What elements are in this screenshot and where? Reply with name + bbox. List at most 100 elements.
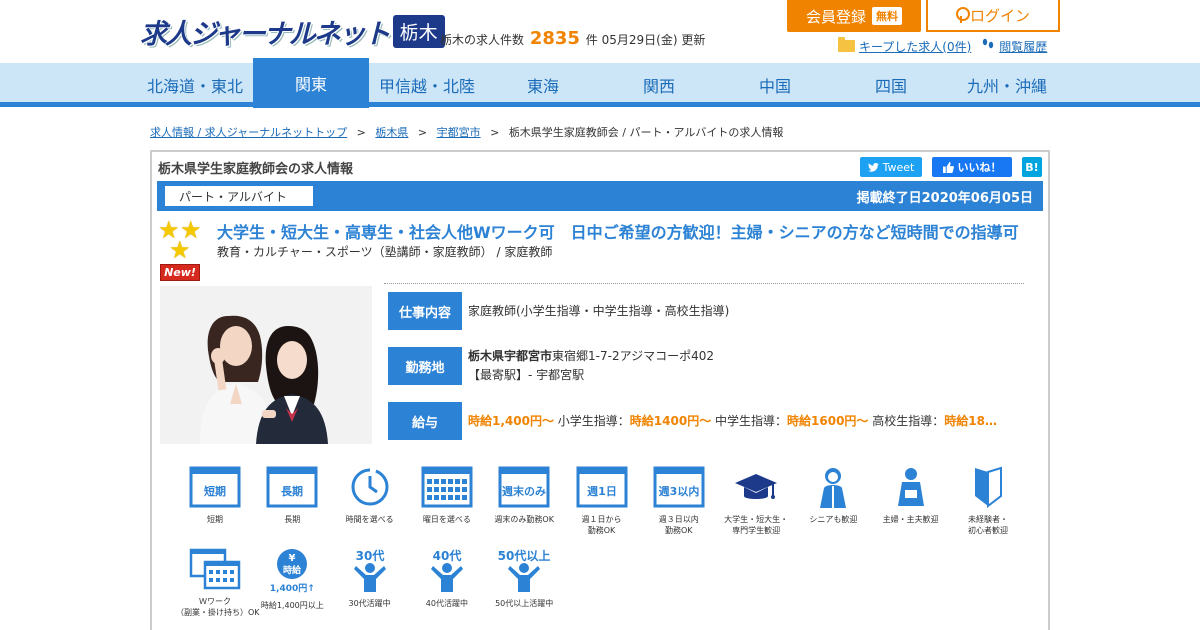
nav-item-region[interactable]: 中国	[717, 63, 833, 107]
age-30s-icon: 30代	[331, 548, 409, 592]
header-sub-links: キープした求人(0件) 閲覧履歴	[838, 37, 1047, 55]
tweet-label: Tweet	[882, 160, 915, 174]
breadcrumb-link-city[interactable]: 宇都宮市	[437, 126, 481, 139]
feature-item: 未経験者・ 初心者歓迎	[949, 466, 1027, 536]
breadcrumb-link-top[interactable]: 求人情報 / 求人ジャーナルネットトップ	[150, 126, 347, 139]
job-title: 大学生・短大生・高専生・社会人他Wワーク可 日中ご希望の方歓迎！主婦・シニアの方…	[217, 223, 1019, 242]
calendar-weekend-icon: 週末のみ	[485, 466, 563, 508]
history-link[interactable]: 閲覧履歴	[981, 37, 1047, 55]
register-label: 会員登録	[805, 7, 866, 26]
clock-icon	[331, 466, 409, 508]
hatena-bookmark-button[interactable]: B!	[1022, 157, 1042, 177]
feature-label: 主婦・主夫歓迎	[882, 515, 939, 524]
salary-high: 時給18…	[944, 413, 997, 428]
info-row-salary: 給与 時給1,400円～ 小学生指導：時給1400円～ 中学生指導：時給1600…	[388, 402, 997, 440]
feature-item: 50代以上 50代以上活躍中	[485, 548, 563, 609]
svg-text:¥: ¥	[289, 553, 296, 564]
feature-item: 30代 30代活躍中	[331, 548, 409, 609]
feature-label: 週１日から 勤務OK	[581, 515, 622, 535]
feature-item: Ｗワーク （副業・掛け持ち）OK	[176, 548, 260, 618]
nav-item-region[interactable]: 関東	[253, 58, 369, 108]
footprints-icon	[981, 37, 995, 55]
work-label: 仕事内容	[388, 292, 462, 330]
breadcrumb-current: 栃木県学生家庭教師会 / パート・アルバイトの求人情報	[508, 126, 784, 139]
location-address: 東宿郷1-7-2アジマコーポ402	[552, 349, 715, 363]
info-row-work: 仕事内容 家庭教師(小学生指導・中学生指導・高校生指導)	[388, 292, 729, 330]
login-label: ログイン	[969, 6, 1030, 25]
star-icon: ★	[169, 236, 191, 264]
double-calendar-icon	[176, 548, 254, 590]
job-count-line: 栃木の求人件数 2835 件 05月29日(金) 更新	[440, 28, 705, 49]
calendar-1day-icon: 週1日	[563, 466, 641, 508]
divider	[384, 283, 1024, 284]
feature-item: 週3以内週３日以内 勤務OK	[640, 466, 718, 536]
employment-bar: パート・アルバイト 掲載終了日2020年06月05日	[157, 181, 1043, 211]
breadcrumb: 求人情報 / 求人ジャーナルネットトップ > 栃木県 > 宇都宮市 > 栃木県学…	[150, 124, 783, 140]
feature-label: 曜日を選べる	[422, 515, 471, 524]
logo-prefecture: 栃木	[392, 15, 445, 48]
breadcrumb-separator: >	[490, 126, 500, 139]
folder-icon	[838, 37, 855, 52]
salary-label: 給与	[388, 402, 462, 440]
new-badge: New!	[160, 264, 200, 281]
wage-sub-label: 1,400円↑	[269, 584, 315, 594]
nav-item-region[interactable]: 九州・沖縄	[949, 63, 1065, 107]
register-button[interactable]: 会員登録 無料	[787, 0, 921, 32]
feature-label: 時給1,400円以上	[260, 601, 324, 610]
feature-item: 週末のみ週末のみ勤務OK	[485, 466, 563, 525]
svg-text:週3以内: 週3以内	[658, 484, 699, 498]
location-city: 栃木県宇都宮市	[468, 349, 553, 363]
login-button[interactable]: ログイン	[926, 0, 1060, 32]
tweet-button[interactable]: Tweet	[860, 157, 922, 177]
thumbs-up-icon	[942, 161, 954, 173]
nav-item-region[interactable]: 四国	[833, 63, 949, 107]
calendar-grid-icon	[408, 466, 486, 508]
like-button[interactable]: いいね！	[932, 157, 1012, 177]
employment-type: パート・アルバイト	[165, 186, 313, 206]
salary-middle-prefix: 中学生指導：	[711, 413, 788, 428]
feature-label: 50代以上活躍中	[495, 599, 554, 608]
salary-high-prefix: 高校生指導：	[868, 413, 945, 428]
age-50s-icon: 50代以上	[485, 548, 563, 592]
free-badge: 無料	[872, 7, 902, 25]
nav-item-region[interactable]: 北海道・東北	[137, 63, 253, 107]
job-count-prefix: 栃木の求人件数	[440, 33, 525, 47]
breadcrumb-link-prefecture[interactable]: 栃木県	[375, 126, 408, 139]
breadcrumb-separator: >	[417, 126, 428, 139]
feature-item: 週1日週１日から 勤務OK	[563, 466, 641, 536]
feature-label: 週末のみ勤務OK	[494, 515, 554, 524]
feature-label: 時間を選べる	[345, 515, 394, 524]
work-value: 家庭教師(小学生指導・中学生指導・高校生指導)	[468, 303, 730, 318]
feature-item: 主婦・主夫歓迎	[872, 466, 950, 525]
beginner-mark-icon	[949, 466, 1027, 508]
site-header: 求人ジャーナルネット 栃木 栃木の求人件数 2835 件 05月29日(金) 更…	[0, 0, 1200, 62]
feature-item: シニアも歓迎	[794, 466, 872, 525]
job-panel: 栃木県学生家庭教師会の求人情報 Tweet いいね！ B! パート・アルバイト …	[150, 150, 1050, 630]
apron-icon	[872, 466, 950, 508]
location-pin-icon	[955, 7, 970, 23]
kept-jobs-link[interactable]: キープした求人(0件)	[838, 37, 971, 55]
senior-icon	[794, 466, 872, 508]
job-photo	[160, 286, 372, 444]
svg-text:時給: 時給	[283, 564, 302, 576]
feature-label: 週３日以内 勤務OK	[658, 515, 699, 535]
location-station: 【最寄駅】- 宇都宮駅	[468, 368, 585, 382]
job-category: 教育・カルチャー・スポーツ（塾講師・家庭教師） / 家庭教師	[217, 245, 553, 259]
svg-text:短期: 短期	[204, 484, 226, 498]
feature-label: 短期	[207, 515, 223, 524]
salary-value: 時給1,400円～ 小学生指導：時給1400円～ 中学生指導：時給1600円～ …	[468, 412, 997, 431]
feature-label: 30代活躍中	[348, 599, 391, 608]
calendar-long-icon: 長期	[253, 466, 331, 508]
site-logo[interactable]: 求人ジャーナルネット 栃木	[140, 12, 445, 51]
job-count-suffix: 件 05月29日(金) 更新	[585, 33, 706, 47]
location-value: 栃木県宇都宮市東宿郷1-7-2アジマコーポ402 【最寄駅】- 宇都宮駅	[468, 347, 714, 385]
location-label: 勤務地	[388, 347, 462, 385]
svg-text:30代: 30代	[355, 548, 384, 563]
hourly-wage-icon: ¥ 時給	[253, 548, 331, 580]
nav-item-region[interactable]: 甲信越・北陸	[369, 63, 485, 107]
feature-item: ¥ 時給 1,400円↑ 時給1,400円以上	[253, 548, 331, 611]
nav-item-region[interactable]: 関西	[601, 63, 717, 107]
nav-item-region[interactable]: 東海	[485, 63, 601, 107]
calendar-3days-icon: 週3以内	[640, 466, 718, 508]
end-date: 掲載終了日2020年06月05日	[856, 191, 1033, 206]
